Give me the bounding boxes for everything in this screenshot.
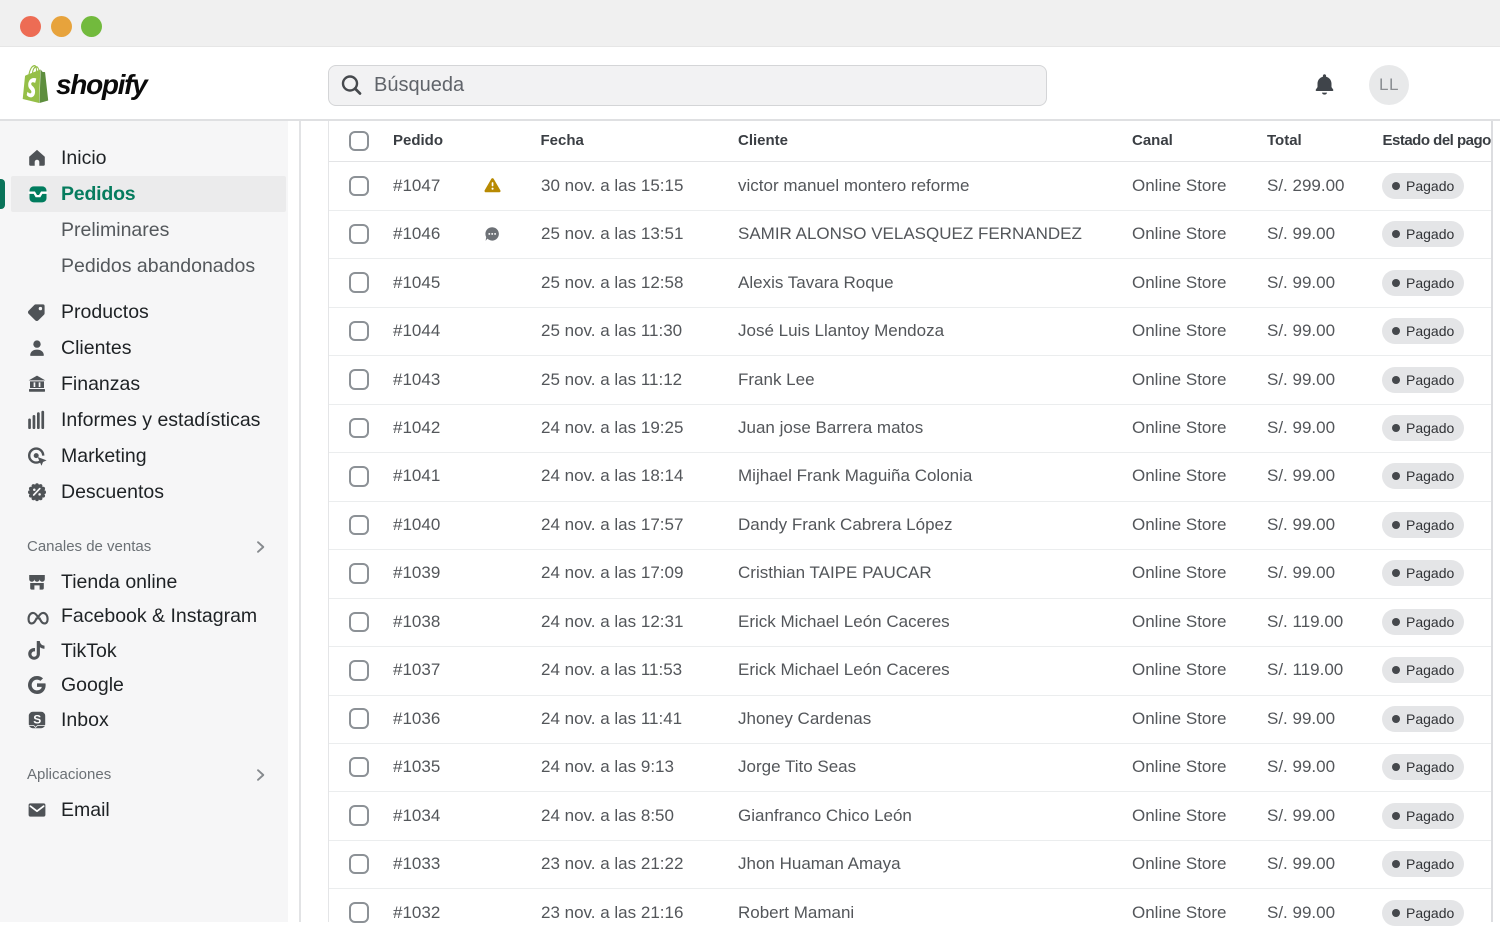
- svg-text:S: S: [33, 713, 41, 727]
